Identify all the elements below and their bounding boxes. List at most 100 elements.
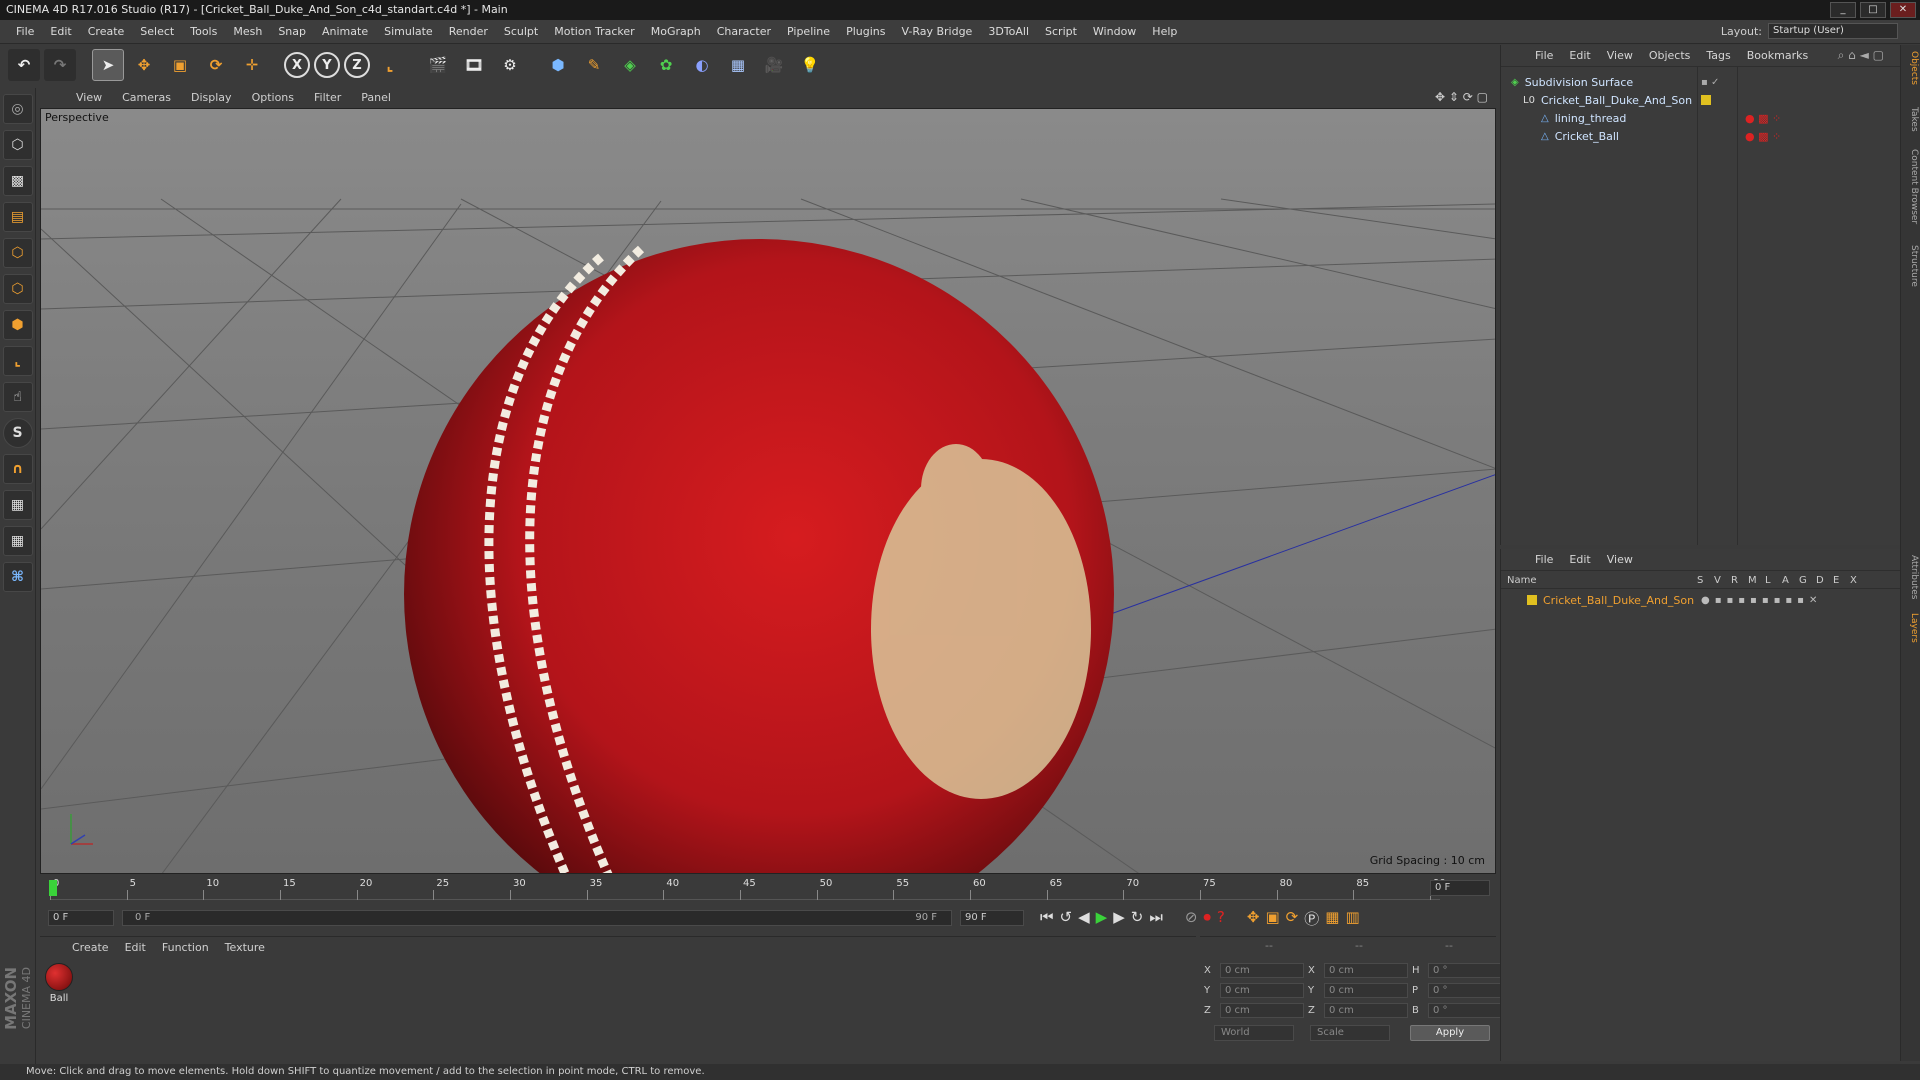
next-key-icon[interactable]: ↻ (1131, 908, 1144, 929)
om-menu-tags[interactable]: Tags (1698, 49, 1738, 62)
timeline-ruler[interactable]: 051015202530354045505560657075808590 0 F (40, 876, 1496, 900)
menu-pipeline[interactable]: Pipeline (779, 25, 838, 38)
pos-z-field[interactable]: 0 cm (1220, 1003, 1304, 1018)
cube-primitive-icon[interactable]: ⬢ (542, 49, 574, 81)
lm-menu-file[interactable]: File (1527, 553, 1561, 566)
material-ball[interactable]: Ball (44, 963, 74, 1004)
points-mode-icon[interactable]: ⬡ (2, 238, 33, 268)
floor-object-icon[interactable]: ▦ (722, 49, 754, 81)
select-cursor-icon[interactable]: ➤ (92, 49, 124, 81)
menu-vray-bridge[interactable]: V-Ray Bridge (893, 25, 980, 38)
menu-snap[interactable]: Snap (270, 25, 314, 38)
om-menu-bookmarks[interactable]: Bookmarks (1739, 49, 1816, 62)
scale-tool-icon[interactable]: ▣ (164, 49, 196, 81)
edges-mode-icon[interactable]: ⬡ (2, 274, 33, 304)
visibility-dots-icon[interactable]: ▪ ✓ (1701, 77, 1719, 88)
z-axis-lock-button[interactable]: Z (344, 52, 370, 78)
layer-row[interactable]: Cricket_Ball_Duke_And_Son ●▪▪▪▪▪▪▪▪✕ (1501, 591, 1901, 609)
key-pla-icon[interactable]: ▦ (1325, 908, 1339, 929)
key-scale-icon[interactable]: ▣ (1265, 908, 1279, 929)
key-rotation-icon[interactable]: ⟳ (1286, 908, 1299, 929)
menu-character[interactable]: Character (709, 25, 779, 38)
viewport-menu-view[interactable]: View (66, 91, 112, 104)
move-tool-icon[interactable]: ✥ (128, 49, 160, 81)
size-x-field[interactable]: 0 cm (1324, 963, 1408, 978)
light-object-icon[interactable]: 💡 (794, 49, 826, 81)
polygons-mode-icon[interactable]: ⬢ (2, 310, 33, 340)
viewport-menu-display[interactable]: Display (181, 91, 242, 104)
lock-workplane-icon[interactable]: ▦ (2, 490, 33, 520)
mat-menu-texture[interactable]: Texture (217, 941, 273, 954)
menu-3dtoall[interactable]: 3DToAll (980, 25, 1037, 38)
viewport-nav-icons[interactable]: ✥ ⇕ ⟳ ▢ (1435, 90, 1488, 104)
planar-workplane-icon[interactable]: ▦ (2, 526, 33, 556)
mat-menu-create[interactable]: Create (64, 941, 117, 954)
tab-content-browser[interactable]: Content Browser (1903, 149, 1919, 224)
om-menu-objects[interactable]: Objects (1641, 49, 1699, 62)
magnet-icon[interactable]: ∩ (2, 454, 33, 484)
rotate-tool-icon[interactable]: ⟳ (200, 49, 232, 81)
object-row-subdivision-surface[interactable]: ◈ Subdivision Surface ▪ ✓ (1501, 73, 1901, 91)
model-mode-icon[interactable]: ⬡ (2, 130, 33, 160)
record-keys-icon[interactable]: ⊘ (1185, 908, 1198, 929)
menu-render[interactable]: Render (441, 25, 496, 38)
viewport-menu-filter[interactable]: Filter (304, 91, 351, 104)
rot-b-field[interactable]: 0 ° (1428, 1003, 1508, 1018)
lm-menu-view[interactable]: View (1599, 553, 1641, 566)
tab-structure[interactable]: Structure (1903, 245, 1919, 287)
rot-p-field[interactable]: 0 ° (1428, 983, 1508, 998)
menu-mesh[interactable]: Mesh (225, 25, 270, 38)
tab-takes[interactable]: Takes (1903, 107, 1919, 132)
object-row-cricket-ball-group[interactable]: L0 Cricket_Ball_Duke_And_Son (1501, 91, 1901, 109)
spline-pen-icon[interactable]: ✎ (578, 49, 610, 81)
om-menu-view[interactable]: View (1599, 49, 1641, 62)
python-icon[interactable]: ⌘ (2, 562, 33, 592)
tweak-mode-icon[interactable]: ☝ (2, 382, 33, 412)
render-picture-viewer-icon[interactable]: 🎞 (458, 49, 490, 81)
menu-sculpt[interactable]: Sculpt (496, 25, 546, 38)
tab-attributes[interactable]: Attributes (1903, 555, 1919, 599)
viewport-menu-panel[interactable]: Panel (351, 91, 401, 104)
minimize-button[interactable]: _ (1830, 2, 1856, 18)
size-y-field[interactable]: 0 cm (1324, 983, 1408, 998)
viewport-menu-cameras[interactable]: Cameras (112, 91, 181, 104)
menu-script[interactable]: Script (1037, 25, 1085, 38)
key-parameter-icon[interactable]: Ⓟ (1304, 908, 1319, 929)
make-editable-icon[interactable]: ◎ (2, 94, 33, 124)
coord-system-dropdown[interactable]: World (1214, 1025, 1294, 1041)
tab-layers[interactable]: Layers (1903, 613, 1919, 643)
menu-select[interactable]: Select (132, 25, 182, 38)
apply-button[interactable]: Apply (1410, 1025, 1490, 1041)
material-tag-icon[interactable]: ● ▩ ⁘ (1745, 130, 1781, 143)
layout-dropdown[interactable]: Startup (User) (1768, 23, 1898, 39)
playhead-marker[interactable] (49, 880, 57, 896)
layer-color-swatch[interactable] (1527, 595, 1537, 605)
range-slider[interactable]: 0 F 90 F (122, 910, 952, 926)
om-menu-file[interactable]: File (1527, 49, 1561, 62)
viewport-menu-options[interactable]: Options (242, 91, 304, 104)
tab-objects[interactable]: Objects (1903, 51, 1919, 85)
menu-help[interactable]: Help (1144, 25, 1185, 38)
layer-color-swatch[interactable] (1701, 95, 1711, 105)
menu-create[interactable]: Create (80, 25, 133, 38)
layer-flag-icons[interactable]: ●▪▪▪▪▪▪▪▪✕ (1701, 595, 1822, 606)
menu-motion-tracker[interactable]: Motion Tracker (546, 25, 642, 38)
om-menu-edit[interactable]: Edit (1561, 49, 1598, 62)
menu-animate[interactable]: Animate (314, 25, 376, 38)
menu-window[interactable]: Window (1085, 25, 1144, 38)
menu-file[interactable]: File (8, 25, 42, 38)
goto-start-icon[interactable]: ⏮ (1040, 908, 1054, 929)
live-select-icon[interactable]: ✛ (236, 49, 268, 81)
menu-edit[interactable]: Edit (42, 25, 79, 38)
size-z-field[interactable]: 0 cm (1324, 1003, 1408, 1018)
start-frame-field[interactable]: 0 F (48, 910, 114, 926)
camera-object-icon[interactable]: 🎥 (758, 49, 790, 81)
undo-icon[interactable]: ↶ (8, 49, 40, 81)
goto-end-icon[interactable]: ⏭ (1149, 908, 1163, 929)
subdivision-surface-icon[interactable]: ◈ (614, 49, 646, 81)
play-icon[interactable]: ▶ (1096, 908, 1108, 929)
key-position-icon[interactable]: ✥ (1247, 908, 1260, 929)
render-settings-icon[interactable]: ⚙ (494, 49, 526, 81)
maximize-button[interactable]: □ (1860, 2, 1886, 18)
x-axis-lock-button[interactable]: X (284, 52, 310, 78)
